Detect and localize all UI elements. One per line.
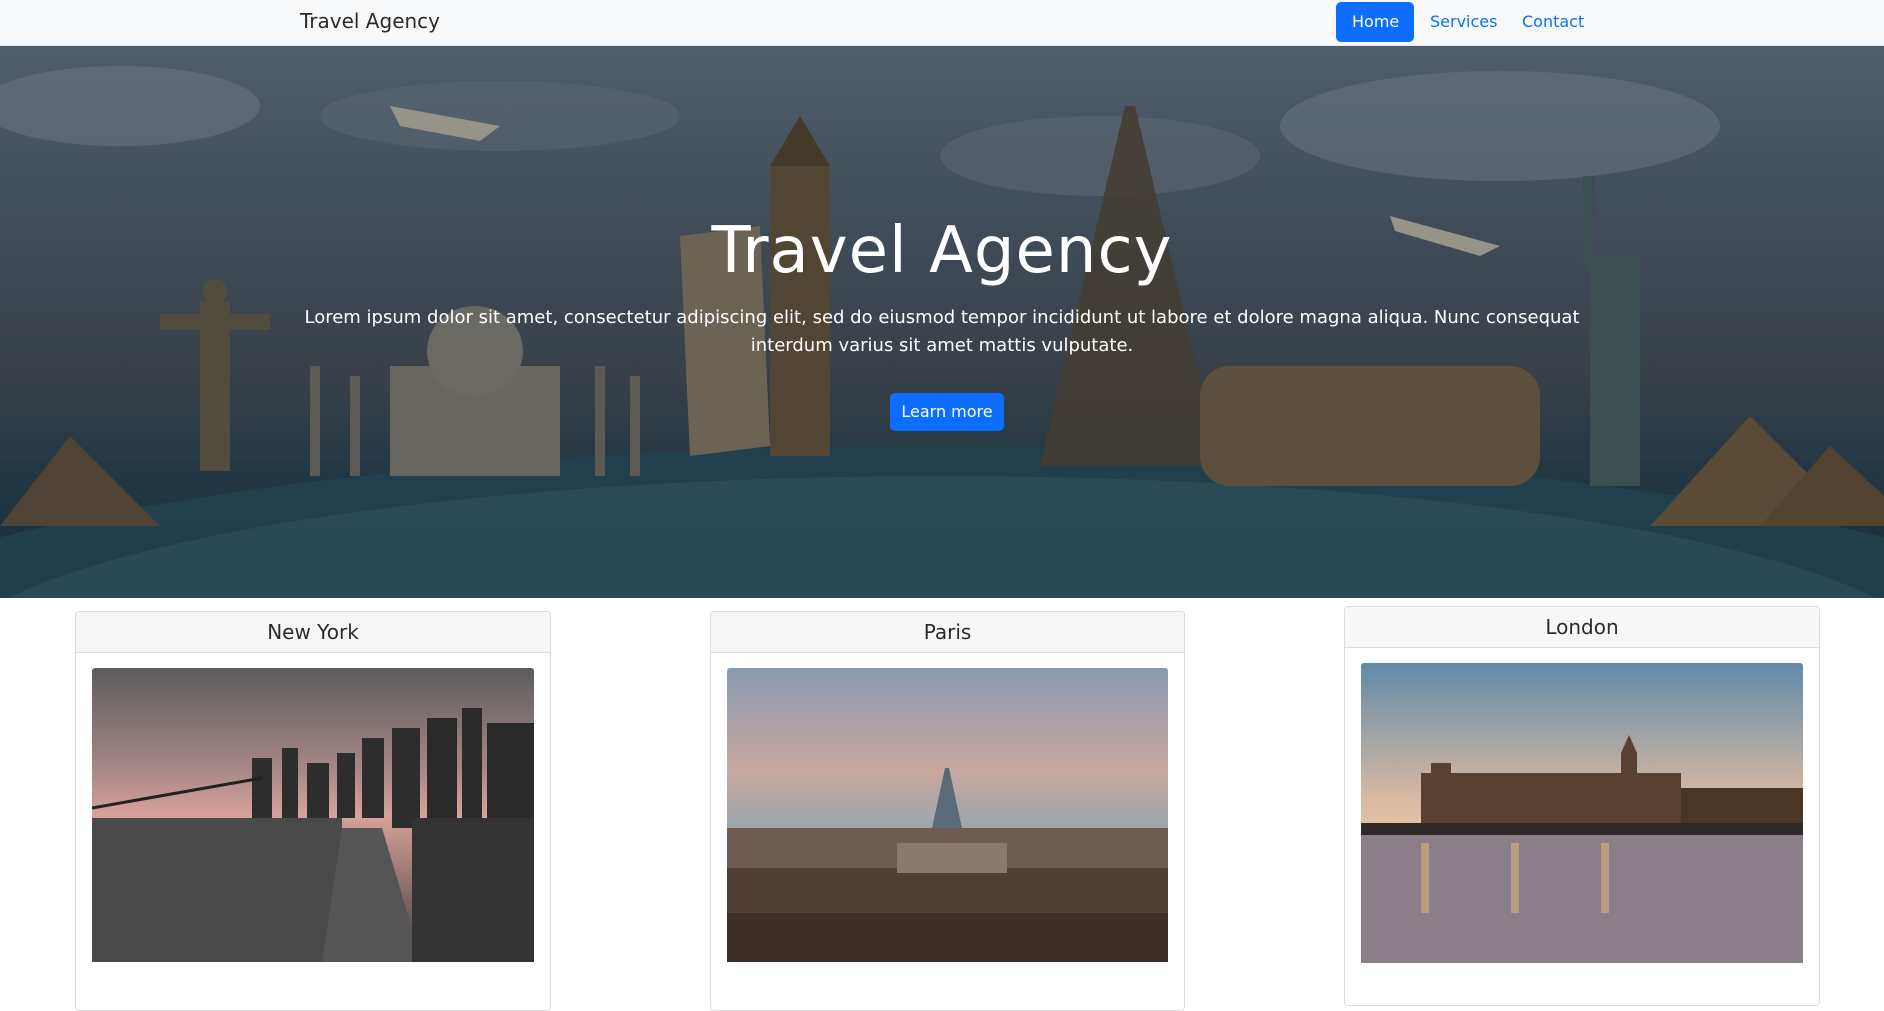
- hero-description-line1: Lorem ipsum dolor sit amet, consectetur …: [304, 307, 1580, 328]
- card-title: London: [1345, 607, 1819, 648]
- top-navbar: Travel Agency Home Services Contact: [0, 0, 1884, 46]
- nav-services-link[interactable]: Services: [1414, 2, 1513, 42]
- nav-contact-link[interactable]: Contact: [1506, 2, 1600, 42]
- hero-description-line2: interdum varius sit amet mattis vulputat…: [750, 335, 1134, 356]
- paris-image: [727, 668, 1168, 966]
- card-new-york: New York: [75, 611, 551, 1011]
- hero-title: Travel Agency: [711, 214, 1173, 288]
- hero-description: Lorem ipsum dolor sit amet, consectetur …: [300, 304, 1584, 360]
- card-title: Paris: [711, 612, 1184, 653]
- card-paris: Paris: [710, 611, 1185, 1011]
- card-london: London: [1344, 606, 1820, 1006]
- new-york-image: [92, 668, 534, 966]
- london-image: [1361, 663, 1803, 967]
- learn-more-button[interactable]: Learn more: [890, 393, 1004, 431]
- hero-banner: Travel Agency Lorem ipsum dolor sit amet…: [0, 46, 1884, 598]
- nav-home-link[interactable]: Home: [1336, 2, 1414, 42]
- navbar-brand[interactable]: Travel Agency: [300, 9, 440, 33]
- card-title: New York: [76, 612, 550, 653]
